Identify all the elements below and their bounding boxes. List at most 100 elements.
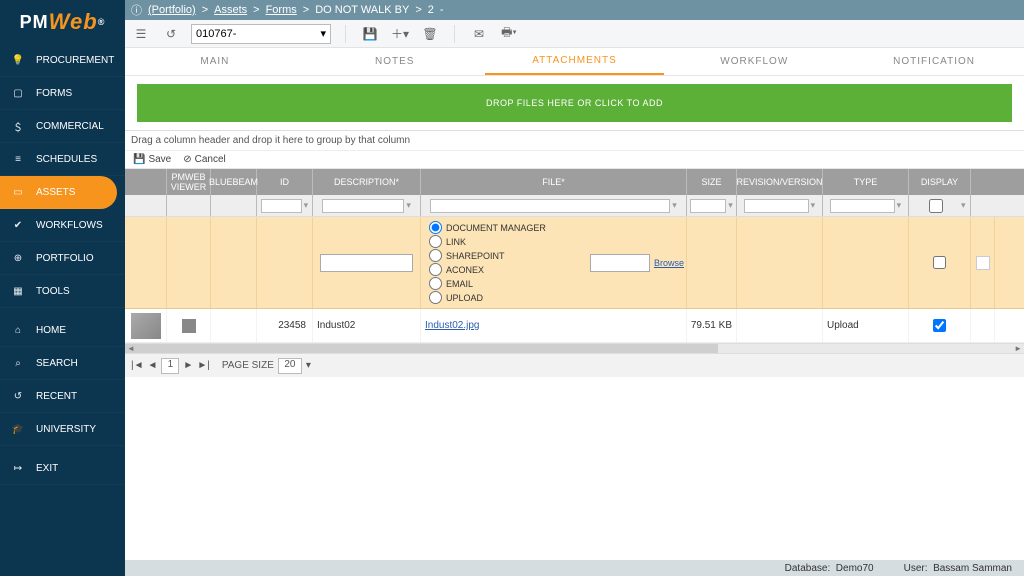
table-row[interactable]: 23458 Indust02 Indust02.jpg 79.51 KB Upl… [125,309,1024,343]
browse-link[interactable]: Browse [654,258,684,268]
history-icon[interactable]: ↺ [161,27,181,41]
breadcrumb-portfolio[interactable]: (Portfolio) [148,4,196,16]
tab-notes[interactable]: NOTES [305,48,485,75]
filter-type[interactable] [830,199,895,213]
pager-page[interactable]: 1 [161,358,179,374]
filter-size[interactable] [690,199,726,213]
bars-icon: ≡ [10,151,26,167]
dropzone[interactable]: DROP FILES HERE OR CLICK TO ADD [137,84,1012,122]
filter-row: ▾ ▾ ▾ ▾ ▾ ▾ ▾ [125,195,1024,217]
record-combo[interactable]: 010767-▾ [191,24,331,44]
exit-icon: ↦ [10,460,26,476]
sidebar: PMWeb® 💡PROCUREMENT▢FORMS＄COMMERCIAL≡SCH… [0,0,125,576]
edit-file-input[interactable] [590,254,650,272]
sidebar-item-procurement[interactable]: 💡PROCUREMENT [0,44,125,77]
case-icon: ▦ [10,283,26,299]
grid-save-button[interactable]: 💾 Save [133,154,171,165]
tab-workflow[interactable]: WORKFLOW [664,48,844,75]
radio-document-manager[interactable]: DOCUMENT MANAGER [429,221,586,234]
sidebar-item-search[interactable]: ⌕SEARCH [0,347,125,380]
pager-first-icon[interactable]: |◄ [131,360,144,371]
logo: PMWeb® [0,0,125,44]
doc-icon: ▢ [10,85,26,101]
tab-attachments[interactable]: ATTACHMENTS [485,48,665,75]
sidebar-item-home[interactable]: ⌂HOME [0,314,125,347]
thumbnail [131,313,161,339]
mail-icon[interactable]: ✉ [469,27,489,41]
tab-notification[interactable]: NOTIFICATION [844,48,1024,75]
main: ⓘ (Portfolio) > Assets > Forms > DO NOT … [125,0,1024,576]
h-scrollbar[interactable]: ◄► [125,343,1024,353]
sidebar-item-workflows[interactable]: ✔WORKFLOWS [0,209,125,242]
list-icon[interactable]: ☰ [131,27,151,41]
file-link[interactable]: Indust02.jpg [425,320,480,331]
tab-main[interactable]: MAIN [125,48,305,75]
sidebar-item-portfolio[interactable]: ⊕PORTFOLIO [0,242,125,275]
edit-desc-input[interactable] [320,254,413,272]
pager-last-icon[interactable]: ►| [197,360,210,371]
edit-disp-check[interactable] [933,256,946,269]
globe-icon: ⊕ [10,250,26,266]
col-size[interactable]: SIZE [687,169,737,195]
save-icon[interactable]: 💾 [360,27,380,41]
filter-rev[interactable] [744,199,809,213]
bulb-icon: 💡 [10,52,26,68]
breadcrumb-title: DO NOT WALK BY [315,4,409,16]
col-rev[interactable]: REVISION/VERSION [737,169,823,195]
pmweb-viewer-icon[interactable] [182,319,196,333]
edit-row-action[interactable] [976,256,990,270]
breadcrumb-forms[interactable]: Forms [266,4,297,16]
col-file[interactable]: FILE* [421,169,687,195]
col-desc[interactable]: DESCRIPTION* [313,169,421,195]
search-icon: ⌕ [10,355,26,371]
recent-icon: ↺ [10,388,26,404]
sidebar-item-exit[interactable]: ↦EXIT [0,452,125,485]
filter-file[interactable] [430,199,670,213]
filter-desc[interactable] [322,199,404,213]
filter-disp[interactable] [913,199,959,213]
pager-next-icon[interactable]: ► [183,360,193,371]
col-disp[interactable]: DISPLAY [909,169,971,195]
sidebar-item-forms[interactable]: ▢FORMS [0,77,125,110]
radio-aconex[interactable]: ACONEX [429,263,586,276]
tablet-icon: ▭ [10,184,26,200]
pager: |◄ ◄ 1 ► ►| PAGE SIZE 20 ▾ [125,353,1024,377]
filter-id[interactable] [261,199,302,213]
sidebar-item-assets[interactable]: ▭ASSETS [0,176,117,209]
add-icon[interactable]: ＋▾ [390,25,410,42]
sidebar-item-recent[interactable]: ↺RECENT [0,380,125,413]
pager-prev-icon[interactable]: ◄ [148,360,158,371]
row-disp-check[interactable] [933,319,946,332]
sidebar-item-tools[interactable]: ▦TOOLS [0,275,125,308]
grid-cancel-button[interactable]: ⊘ Cancel [183,154,226,165]
sidebar-item-schedules[interactable]: ≡SCHEDULES [0,143,125,176]
breadcrumb-assets[interactable]: Assets [214,4,247,16]
col-bluebeam[interactable]: BLUEBEAM [211,169,257,195]
dollar-icon: ＄ [10,118,26,134]
pager-size[interactable]: 20 [278,358,302,374]
grad-icon: 🎓 [10,421,26,437]
grid-header: PMWEB VIEWER BLUEBEAM ID DESCRIPTION* FI… [125,169,1024,195]
check-icon: ✔ [10,217,26,233]
col-type[interactable]: TYPE [823,169,909,195]
edit-row: DOCUMENT MANAGER LINK SHAREPOINT ACONEX … [125,217,1024,309]
tabs: MAINNOTESATTACHMENTSWORKFLOWNOTIFICATION [125,48,1024,76]
delete-icon[interactable]: 🗑 [420,27,440,41]
radio-link[interactable]: LINK [429,235,586,248]
radio-upload[interactable]: UPLOAD [429,291,586,304]
radio-sharepoint[interactable]: SHAREPOINT [429,249,586,262]
sidebar-item-commercial[interactable]: ＄COMMERCIAL [0,110,125,143]
toolbar: ☰ ↺ 010767-▾ 💾 ＋▾ 🗑 ✉ 🖶▾ [125,20,1024,48]
print-icon[interactable]: 🖶▾ [499,23,519,44]
breadcrumb: ⓘ (Portfolio) > Assets > Forms > DO NOT … [125,0,1024,20]
grid-toolbar: 💾 Save ⊘ Cancel [125,151,1024,169]
home-icon: ⌂ [10,322,26,338]
pager-size-dd-icon[interactable]: ▾ [306,360,311,371]
sidebar-item-university[interactable]: 🎓UNIVERSITY [0,413,125,446]
group-hint[interactable]: Drag a column header and drop it here to… [125,130,1024,151]
radio-email[interactable]: EMAIL [429,277,586,290]
info-icon[interactable]: ⓘ [131,2,142,18]
col-pmweb[interactable]: PMWEB VIEWER [167,169,211,195]
statusbar: Database: Demo70 User: Bassam Samman [125,560,1024,576]
col-id[interactable]: ID [257,169,313,195]
